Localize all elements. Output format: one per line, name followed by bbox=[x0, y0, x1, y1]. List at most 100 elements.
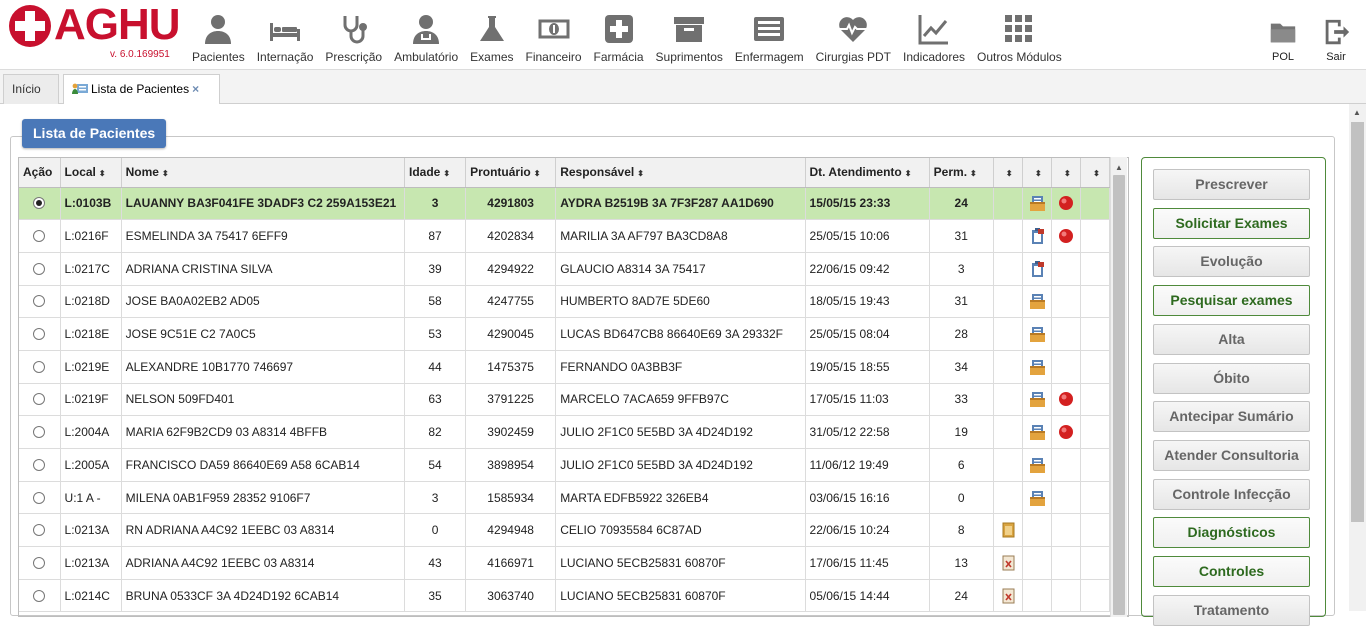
records-icon[interactable] bbox=[1028, 489, 1046, 507]
sort-icon[interactable]: ⬍ bbox=[1035, 169, 1042, 178]
document-x-icon[interactable] bbox=[999, 587, 1017, 605]
records-icon[interactable] bbox=[1028, 456, 1046, 474]
action-button-solicitar-exames[interactable]: Solicitar Exames bbox=[1153, 207, 1310, 239]
column-header[interactable]: Responsável ⬍ bbox=[555, 158, 806, 188]
table-row[interactable]: U:1 A - MILENA 0AB1F959 28352 9106F7 3 1585… bbox=[19, 481, 1111, 515]
module-farmacia[interactable]: Farmácia bbox=[588, 0, 650, 70]
column-header[interactable]: Prontuário ⬍ bbox=[465, 158, 557, 188]
alert-red-icon[interactable] bbox=[1057, 423, 1075, 441]
row-select-radio[interactable] bbox=[33, 360, 46, 373]
row-select-radio[interactable] bbox=[33, 295, 46, 308]
table-row[interactable]: L:0219E ALEXANDRE 10B1770 746697 44 1475375… bbox=[19, 350, 1111, 384]
alert-red-icon[interactable] bbox=[1057, 227, 1075, 245]
row-action-cell[interactable] bbox=[19, 285, 61, 319]
sort-icon[interactable]: ⬍ bbox=[534, 169, 541, 178]
action-button-obito[interactable]: Óbito bbox=[1153, 362, 1310, 394]
tab-lista-pacientes[interactable]: Lista de Pacientes × bbox=[63, 74, 220, 104]
row-action-cell[interactable] bbox=[19, 219, 61, 253]
column-header[interactable]: ⬍ bbox=[993, 158, 1023, 188]
module-prescricao[interactable]: Prescrição bbox=[319, 0, 388, 70]
row-select-radio[interactable] bbox=[33, 426, 46, 439]
alert-red-icon[interactable] bbox=[1057, 194, 1075, 212]
page-scrollbar[interactable]: ▲ bbox=[1349, 104, 1366, 611]
scroll-up-icon[interactable]: ▲ bbox=[1115, 163, 1123, 172]
records-icon[interactable] bbox=[1028, 423, 1046, 441]
grid-scrollbar[interactable]: ▲ bbox=[1110, 157, 1127, 617]
column-header[interactable]: Idade ⬍ bbox=[404, 158, 467, 188]
table-row[interactable]: L:0214C BRUNA 0533CF 3A 4D24D192 6CAB14 35… bbox=[19, 579, 1111, 613]
records-icon[interactable] bbox=[1028, 194, 1046, 212]
row-action-cell[interactable] bbox=[19, 252, 61, 286]
module-ambulatorio[interactable]: Ambulatório bbox=[388, 0, 464, 70]
clipboard-icon[interactable] bbox=[1028, 227, 1046, 245]
row-action-cell[interactable] bbox=[19, 481, 61, 515]
module-pacientes[interactable]: Pacientes bbox=[186, 0, 251, 70]
action-button-tratamento[interactable]: Tratamento bbox=[1153, 594, 1310, 626]
sort-icon[interactable]: ⬍ bbox=[1064, 169, 1071, 178]
row-action-cell[interactable] bbox=[19, 383, 61, 417]
row-select-radio[interactable] bbox=[33, 393, 46, 406]
action-button-diagnosticos[interactable]: Diagnósticos bbox=[1153, 517, 1310, 549]
column-header[interactable]: ⬍ bbox=[1022, 158, 1052, 188]
action-button-evolucao[interactable]: Evolução bbox=[1153, 246, 1310, 278]
sort-icon[interactable]: ⬍ bbox=[905, 169, 912, 178]
module-sair[interactable]: Sair bbox=[1320, 0, 1352, 63]
document-x-icon[interactable] bbox=[999, 554, 1017, 572]
page-scroll-up-icon[interactable]: ▲ bbox=[1353, 108, 1361, 117]
sort-icon[interactable]: ⬍ bbox=[1006, 169, 1013, 178]
action-button-pesquisar-exames[interactable]: Pesquisar exames bbox=[1153, 285, 1310, 317]
module-suprimentos[interactable]: Suprimentos bbox=[650, 0, 729, 70]
action-button-controle-infeccao[interactable]: Controle Infecção bbox=[1153, 478, 1310, 510]
sort-icon[interactable]: ⬍ bbox=[99, 169, 106, 178]
row-action-cell[interactable] bbox=[19, 579, 61, 613]
sort-icon[interactable]: ⬍ bbox=[1093, 169, 1100, 178]
module-outros[interactable]: Outros Módulos bbox=[971, 0, 1068, 70]
table-row[interactable]: L:0218D JOSE BA0A02EB2 AD05 58 4247755 HUMBE… bbox=[19, 285, 1111, 319]
module-financeiro[interactable]: Financeiro bbox=[520, 0, 588, 70]
sort-icon[interactable]: ⬍ bbox=[970, 169, 977, 178]
grid-scroll-thumb[interactable] bbox=[1113, 175, 1125, 615]
row-select-radio[interactable] bbox=[33, 197, 46, 210]
action-button-antecipar-sumario[interactable]: Antecipar Sumário bbox=[1153, 401, 1310, 433]
row-select-radio[interactable] bbox=[33, 328, 46, 341]
document-icon[interactable] bbox=[999, 521, 1017, 539]
row-select-radio[interactable] bbox=[33, 230, 46, 243]
table-row[interactable]: L:0213A RN ADRIANA A4C92 1EEBC 03 A8314 0 4… bbox=[19, 513, 1111, 548]
table-row[interactable]: L:2004A MARIA 62F9B2CD9 03 A8314 4BFFB 82 3… bbox=[19, 415, 1111, 449]
row-select-radio[interactable] bbox=[33, 458, 46, 471]
module-pol[interactable]: POL bbox=[1266, 0, 1300, 63]
action-button-alta[interactable]: Alta bbox=[1153, 323, 1310, 355]
action-button-atender-consultoria[interactable]: Atender Consultoria bbox=[1153, 439, 1310, 471]
aghu-logo[interactable]: AGHU v. 6.0.169951 bbox=[6, 1, 181, 61]
module-indicadores[interactable]: Indicadores bbox=[897, 0, 971, 70]
table-row[interactable]: L:0218E JOSE 9C51E C2 7A0C5 53 4290045 LUCAS… bbox=[19, 317, 1111, 351]
row-action-cell[interactable] bbox=[19, 546, 61, 580]
row-select-radio[interactable] bbox=[33, 262, 46, 275]
column-header[interactable]: Nome ⬍ bbox=[121, 158, 406, 188]
module-enfermagem[interactable]: Enfermagem bbox=[729, 0, 810, 70]
column-header[interactable]: ⬍ bbox=[1080, 158, 1111, 188]
records-icon[interactable] bbox=[1028, 390, 1046, 408]
column-header[interactable]: Dt. Atendimento ⬍ bbox=[805, 158, 930, 188]
sort-icon[interactable]: ⬍ bbox=[637, 169, 644, 178]
row-action-cell[interactable] bbox=[19, 317, 61, 351]
row-action-cell[interactable] bbox=[19, 513, 61, 548]
tab-inicio[interactable]: Início bbox=[3, 74, 59, 104]
action-button-prescrever[interactable]: Prescrever bbox=[1153, 169, 1310, 200]
table-row[interactable]: L:2005A FRANCISCO DA59 86640E69 A58 6CAB1… bbox=[19, 448, 1111, 482]
table-row[interactable]: L:0216F ESMELINDA 3A 75417 6EFF9 87 4202834… bbox=[19, 219, 1111, 253]
column-header[interactable]: Perm. ⬍ bbox=[929, 158, 994, 188]
records-icon[interactable] bbox=[1028, 358, 1046, 376]
sort-icon[interactable]: ⬍ bbox=[443, 169, 450, 178]
row-select-radio[interactable] bbox=[33, 589, 46, 602]
alert-red-icon[interactable] bbox=[1057, 390, 1075, 408]
table-row[interactable]: L:0217C ADRIANA CRISTINA SILVA 39 4294922 GL… bbox=[19, 252, 1111, 286]
table-row[interactable]: L:0103B LAUANNY BA3F041FE 3DADF3 C2 259A1… bbox=[19, 187, 1111, 221]
column-header[interactable]: ⬍ bbox=[1051, 158, 1081, 188]
sort-icon[interactable]: ⬍ bbox=[162, 169, 169, 178]
row-action-cell[interactable] bbox=[19, 350, 61, 384]
module-exames[interactable]: Exames bbox=[464, 0, 519, 70]
module-internacao[interactable]: Internação bbox=[251, 0, 320, 70]
action-button-controles[interactable]: Controles bbox=[1153, 556, 1310, 587]
records-icon[interactable] bbox=[1028, 292, 1046, 310]
